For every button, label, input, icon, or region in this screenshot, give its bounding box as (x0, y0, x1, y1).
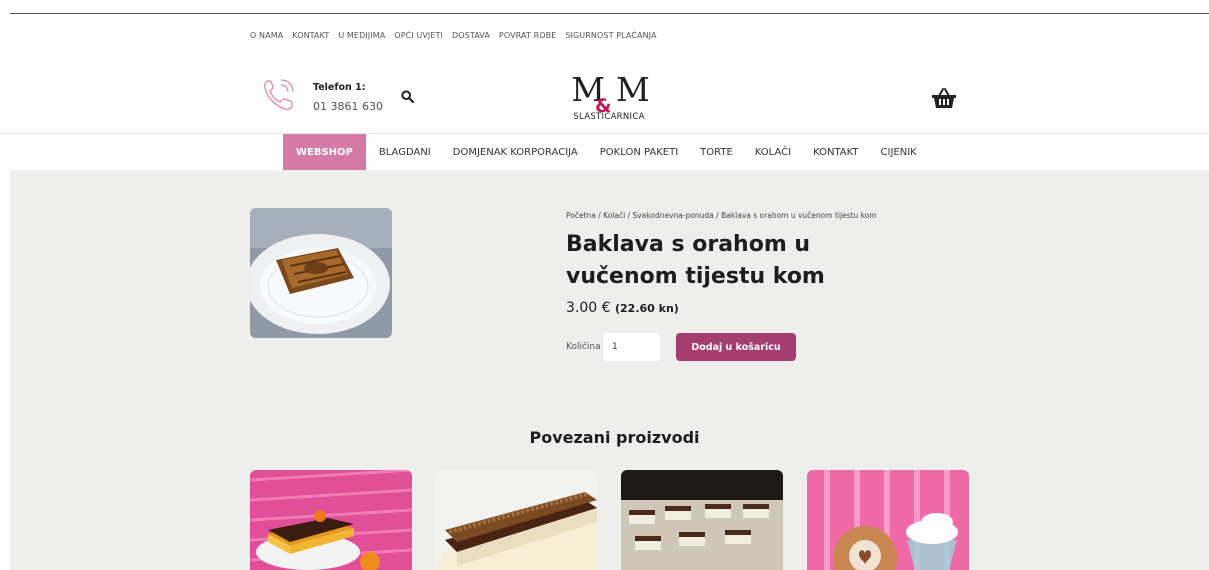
basket-icon[interactable] (931, 87, 957, 109)
topnav-kontakt[interactable]: KONTAKT (292, 31, 329, 40)
nav-webshop[interactable]: WEBSHOP (283, 134, 366, 170)
related-product-card[interactable] (807, 470, 969, 570)
related-product-card[interactable] (435, 470, 597, 570)
product-image[interactable] (250, 208, 392, 338)
site-logo[interactable]: MM & SLASTIČARNICA (566, 72, 652, 134)
topnav-opci-uvjeti[interactable]: OPĆI UVJETI (394, 31, 443, 40)
quantity-input[interactable] (603, 333, 660, 361)
quantity-label: Količina (566, 342, 601, 352)
topnav-dostava[interactable]: DOSTAVA (452, 31, 490, 40)
search-icon[interactable] (401, 90, 414, 103)
top-navigation: O NAMA KONTAKT U MEDIJIMA OPĆI UVJETI DO… (250, 31, 666, 40)
product-price: 3.00 € (22.60 kn) (566, 300, 679, 316)
nav-poklon-paketi[interactable]: POKLON PAKETI (589, 134, 689, 170)
price-eur: 3.00 € (566, 300, 611, 316)
logo-ampersand: & (595, 95, 611, 117)
logo-subtitle: SLASTIČARNICA (573, 112, 645, 122)
logo-mark: MM & (566, 72, 652, 118)
nav-kontakt[interactable]: KONTAKT (802, 134, 869, 170)
topnav-povrat-robe[interactable]: POVRAT ROBE (499, 31, 556, 40)
main-navigation: WEBSHOP BLAGDANI DOMJENAK KORPORACIJA PO… (283, 134, 928, 170)
nav-torte[interactable]: TORTE (689, 134, 744, 170)
topnav-sigurnost-placanja[interactable]: SIGURNOST PLAĆANJA (565, 31, 656, 40)
phone-icon (264, 79, 294, 110)
topnav-u-medijima[interactable]: U MEDIJIMA (338, 31, 385, 40)
nav-blagdani[interactable]: BLAGDANI (368, 134, 442, 170)
phone-number[interactable]: 01 3861 630 (313, 100, 383, 113)
nav-cijenik[interactable]: CIJENIK (870, 134, 928, 170)
related-product-card[interactable] (621, 470, 783, 570)
price-kn: (22.60 kn) (614, 302, 679, 315)
top-divider (10, 13, 1209, 14)
related-products-title: Povezani proizvodi (529, 428, 700, 447)
nav-kolaci[interactable]: KOLAČI (744, 134, 802, 170)
add-to-cart-button[interactable]: Dodaj u košaricu (676, 333, 796, 361)
related-product-card[interactable] (250, 470, 412, 570)
product-title: Baklava s orahom u vučenom tijestu kom (566, 232, 825, 289)
phone-label: Telefon 1: (313, 82, 366, 93)
topnav-o-nama[interactable]: O NAMA (250, 31, 283, 40)
breadcrumb[interactable]: Početna / Kolači / Svakodnevna-ponuda / … (566, 211, 877, 220)
site-header: Telefon 1: 01 3861 630 MM & SLASTIČARNIC… (0, 60, 1209, 133)
nav-domjenak-korporacija[interactable]: DOMJENAK KORPORACIJA (442, 134, 589, 170)
